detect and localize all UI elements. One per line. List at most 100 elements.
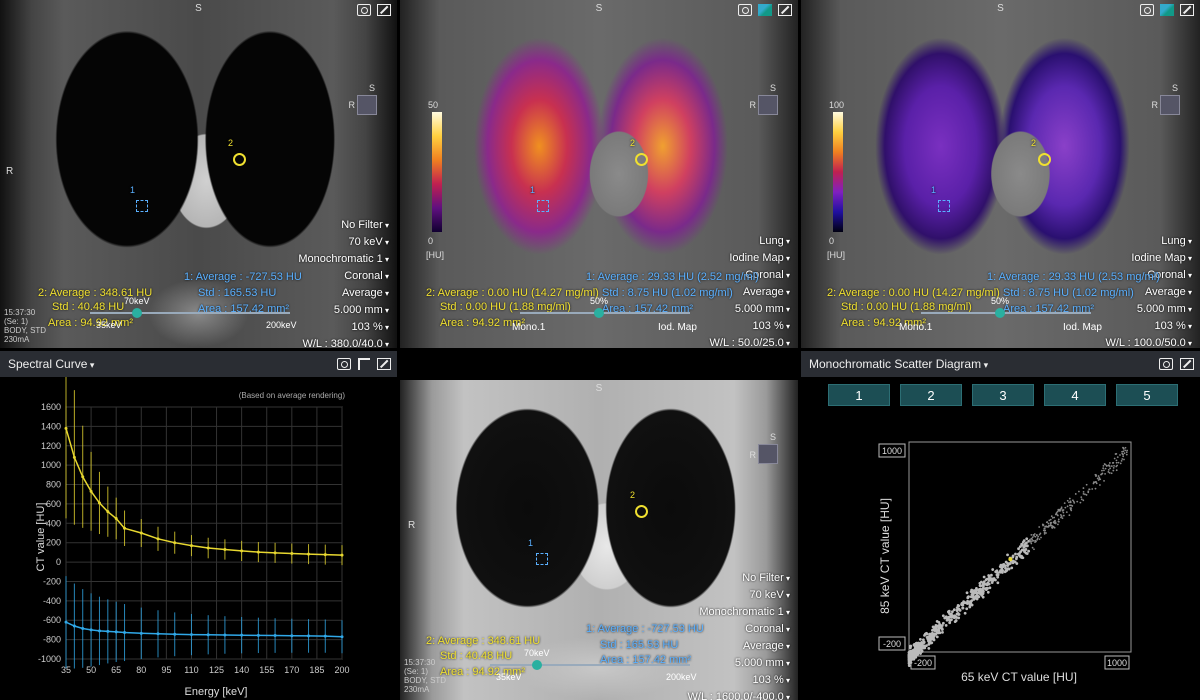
energy-slider[interactable] [490,660,690,670]
cube-icon[interactable] [1160,95,1180,115]
roi-marker-2[interactable] [233,153,246,166]
scatter-point [982,575,986,579]
viewport-top-left[interactable]: S R S R 2 1 No Filter 70 keV Monochromat… [0,0,397,348]
spectral-curve-panel[interactable]: Spectral Curve (Based on average renderi… [0,351,397,700]
thickness-dropdown[interactable]: 5.000 mm [1105,301,1192,318]
camera-icon[interactable] [738,4,752,16]
camera-icon[interactable] [1159,358,1173,370]
scatter-point [1032,539,1035,542]
layers-icon[interactable] [758,4,772,16]
scatter-panel[interactable]: Monochromatic Scatter Diagram 1 2 3 4 5 … [801,351,1200,700]
scatter-point [1112,461,1115,464]
mono-button-3[interactable]: 3 [972,384,1034,406]
cube-icon[interactable] [758,444,778,464]
mode-dropdown[interactable]: Monochromatic 1 [298,251,389,268]
scatter-point [974,594,978,598]
zoom-dropdown[interactable]: 103 % [688,672,790,689]
mono-button-5[interactable]: 5 [1116,384,1178,406]
maximize-icon[interactable] [377,4,391,16]
energy-slider[interactable] [90,308,290,318]
thickness-dropdown[interactable]: 5.000 mm [298,302,389,319]
mode-dropdown[interactable]: Iodine Map [710,250,790,267]
maximize-icon[interactable] [1180,4,1194,16]
data-point [97,501,101,505]
filter-dropdown[interactable]: Lung [1105,233,1192,250]
scatter-point [1006,553,1009,557]
energy-dropdown[interactable]: 70 keV [298,234,389,251]
scatter-point [1115,469,1118,472]
zoom-dropdown[interactable]: 103 % [298,319,389,336]
filter-dropdown[interactable]: Lung [710,233,790,250]
mode-dropdown[interactable]: Iodine Map [1105,250,1192,267]
scatter-point [1082,487,1085,489]
blend-slider[interactable] [921,308,1091,318]
cube-icon[interactable] [357,95,377,115]
scatter-title-dropdown[interactable]: Monochromatic Scatter Diagram [809,357,988,371]
scatter-point [1031,546,1034,549]
pointer-icon[interactable] [358,358,370,370]
scatter-point [991,568,995,571]
mono-button-2[interactable]: 2 [900,384,962,406]
render-dropdown[interactable]: Average [688,638,790,655]
blend-slider-knob[interactable] [594,308,604,318]
mono-button-4[interactable]: 4 [1044,384,1106,406]
data-point [123,526,127,530]
scatter-point [1099,484,1101,486]
scatter-point [1002,562,1006,566]
energy-slider-knob[interactable] [532,660,542,670]
wl-dropdown[interactable]: W/L : 1600.0/-400.0 [688,689,790,700]
scatter-point [1047,525,1050,528]
wl-dropdown[interactable]: W/L : 380.0/40.0 [298,336,389,348]
scatter-point [1038,538,1041,541]
cube-icon[interactable] [758,95,778,115]
colorbar-unit: [HU] [426,250,444,260]
y-tick-label: -200 [883,639,901,649]
scatter-point [965,591,969,595]
roi-marker-2[interactable] [635,153,648,166]
orientation-superior: S [595,3,603,14]
energy-slider-knob[interactable] [132,308,142,318]
viewport-top-middle[interactable]: S S R 50 0 [HU] 2 1 Lung Iodine Map Coro… [400,0,798,348]
scatter-point [966,595,970,599]
scatter-point [1043,527,1046,530]
filter-dropdown[interactable]: No Filter [298,217,389,234]
roi-marker-2[interactable] [1038,153,1051,166]
spectral-title-dropdown[interactable]: Spectral Curve [8,357,94,371]
viewport-bottom-middle[interactable]: S R S R 2 1 No Filter 70 keV Monochromat… [400,380,798,700]
wl-dropdown[interactable]: W/L : 100.0/50.0 [1105,335,1192,348]
colorbar-unit: [HU] [827,250,845,260]
zoom-dropdown[interactable]: 103 % [710,318,790,335]
y-tick-label: -200 [43,576,61,586]
roi-marker-1[interactable] [536,553,548,565]
maximize-icon[interactable] [778,4,792,16]
blend-slider[interactable] [520,308,690,318]
maximize-icon[interactable] [1180,358,1194,370]
wl-dropdown[interactable]: W/L : 50.0/25.0 [710,335,790,348]
camera-icon[interactable] [357,4,371,16]
mono-button-1[interactable]: 1 [828,384,890,406]
render-dropdown[interactable]: Average [298,285,389,302]
blend-slider-knob[interactable] [995,308,1005,318]
scatter-point [1122,446,1124,449]
thickness-dropdown[interactable]: 5.000 mm [688,655,790,672]
roi-marker-1[interactable] [938,200,950,212]
plane-dropdown[interactable]: Coronal [298,268,389,285]
maximize-icon[interactable] [377,358,391,370]
spectral-header: Spectral Curve [0,351,397,377]
filter-dropdown[interactable]: No Filter [688,570,790,587]
scatter-point [1058,520,1060,523]
thickness-dropdown[interactable]: 5.000 mm [710,301,790,318]
mode-dropdown[interactable]: Monochromatic 1 [688,604,790,621]
camera-icon[interactable] [337,358,351,370]
camera-icon[interactable] [1140,4,1154,16]
scatter-point [1095,480,1097,483]
scatter-point [915,641,919,645]
layers-icon[interactable] [1160,4,1174,16]
viewport-top-right[interactable]: S S R 100 0 [HU] 2 1 Lung Iodine Map Cor… [801,0,1200,348]
scatter-point [990,573,993,577]
roi-marker-1[interactable] [537,200,549,212]
energy-dropdown[interactable]: 70 keV [688,587,790,604]
roi-marker-2[interactable] [635,505,648,518]
roi-marker-1[interactable] [136,200,148,212]
zoom-dropdown[interactable]: 103 % [1105,318,1192,335]
